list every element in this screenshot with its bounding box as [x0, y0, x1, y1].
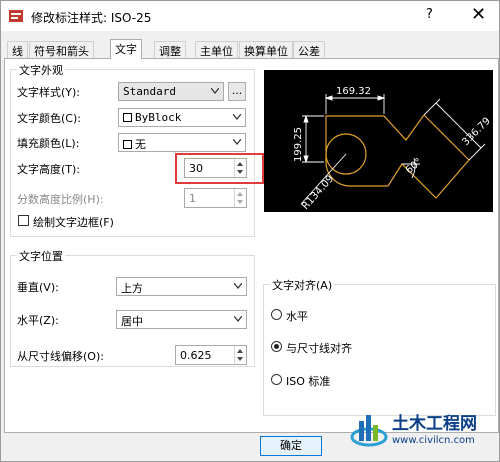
tab-lines[interactable]: 线 — [7, 41, 28, 58]
fraction-scale-input[interactable]: 1 — [184, 188, 247, 208]
draw-frame-checkbox[interactable] — [18, 215, 29, 226]
text-height-input[interactable]: 30 — [184, 158, 247, 178]
fill-color-select[interactable]: 无 — [118, 133, 246, 152]
close-button[interactable]: ✕ — [471, 4, 486, 25]
color-swatch-icon — [123, 140, 132, 149]
vertical-value: 上方 — [121, 282, 143, 295]
chevron-down-icon — [211, 88, 219, 94]
text-color-label: 文字颜色(C): — [17, 112, 81, 125]
chevron-down-icon — [233, 114, 241, 120]
spinner-arrows-icon[interactable] — [234, 346, 246, 364]
chevron-down-icon — [234, 316, 242, 322]
app-icon — [9, 10, 23, 22]
color-swatch-icon — [123, 113, 132, 122]
dimension-style-dialog: 修改标注样式: ISO-25 ? ✕ 线 符号和箭头 文字 调整 主单位 换算单… — [0, 0, 500, 462]
tab-fit[interactable]: 调整 — [154, 41, 186, 58]
title-bar: 修改标注样式: ISO-25 ? ✕ — [1, 1, 499, 31]
offset-value: 0.625 — [180, 349, 212, 362]
text-style-browse-button[interactable]: ... — [228, 82, 246, 101]
vertical-select[interactable]: 上方 — [116, 277, 247, 296]
ok-button[interactable]: 确定 — [260, 436, 322, 456]
chevron-down-icon — [233, 139, 241, 145]
text-appearance-title: 文字外观 — [17, 62, 65, 78]
tab-panel-text: 文字外观 文字样式(Y): Standard ... 文字颜色(C): ByBl… — [4, 58, 499, 433]
draw-frame-label: 绘制文字边框(F) — [33, 216, 114, 229]
text-color-select[interactable]: ByBlock — [118, 108, 246, 127]
align-with-dim-line-radio[interactable] — [271, 341, 282, 352]
tab-strip: 线 符号和箭头 文字 调整 主单位 换算单位 公差 — [1, 39, 499, 59]
offset-label: 从尺寸线偏移(O): — [17, 350, 104, 363]
vertical-label: 垂直(V): — [17, 281, 59, 294]
preview-dim-top: 169.32 — [336, 86, 371, 97]
text-color-value: ByBlock — [135, 111, 182, 124]
watermark-url: www.civilcn.com — [392, 435, 475, 446]
horizontal-label: 水平(Z): — [17, 314, 59, 327]
offset-input[interactable]: 0.625 — [175, 345, 247, 365]
text-alignment-title: 文字对齐(A) — [270, 277, 335, 293]
tab-tolerances[interactable]: 公差 — [293, 41, 325, 58]
horizontal-select[interactable]: 居中 — [116, 310, 247, 329]
align-iso-label: ISO 标准 — [286, 375, 331, 388]
chevron-down-icon — [234, 283, 242, 289]
watermark-text: 土木工程网 — [392, 414, 477, 434]
preview-radius: R134.09 — [300, 173, 336, 212]
align-iso-radio[interactable] — [271, 374, 282, 385]
preview-angle: 60° — [404, 156, 425, 176]
dimension-preview: 169.32 199.25 336.79 60° R134.09 — [264, 70, 493, 212]
text-position-title: 文字位置 — [17, 248, 65, 264]
align-with-dim-line-label: 与尺寸线对齐 — [286, 342, 352, 355]
spinner-arrows-icon[interactable] — [234, 159, 246, 177]
preview-dim-left: 199.25 — [293, 127, 304, 162]
fill-color-value: 无 — [135, 138, 146, 151]
tab-primary-units[interactable]: 主单位 — [195, 41, 238, 58]
tab-symbols-arrows[interactable]: 符号和箭头 — [29, 41, 94, 58]
tab-alternate-units[interactable]: 换算单位 — [239, 41, 293, 58]
fill-color-label: 填充颜色(L): — [17, 137, 80, 150]
horizontal-value: 居中 — [121, 315, 143, 328]
fraction-scale-label: 分数高度比例(H): — [17, 193, 104, 206]
fraction-scale-value: 1 — [189, 192, 196, 205]
window-title: 修改标注样式: ISO-25 — [31, 11, 152, 25]
text-style-select[interactable]: Standard — [118, 82, 224, 101]
text-style-label: 文字样式(Y): — [17, 86, 81, 99]
help-button[interactable]: ? — [426, 7, 433, 22]
spinner-arrows-icon[interactable] — [234, 189, 246, 207]
text-height-value: 30 — [189, 162, 203, 175]
text-height-label: 文字高度(T): — [17, 163, 81, 176]
text-style-value: Standard — [123, 85, 176, 98]
watermark: 土木工程网 www.civilcn.com — [346, 403, 498, 459]
align-horizontal-radio[interactable] — [271, 309, 282, 320]
align-horizontal-label: 水平 — [286, 310, 308, 323]
tab-text[interactable]: 文字 — [110, 39, 142, 59]
watermark-logo — [350, 415, 388, 447]
preview-shape — [325, 114, 470, 199]
